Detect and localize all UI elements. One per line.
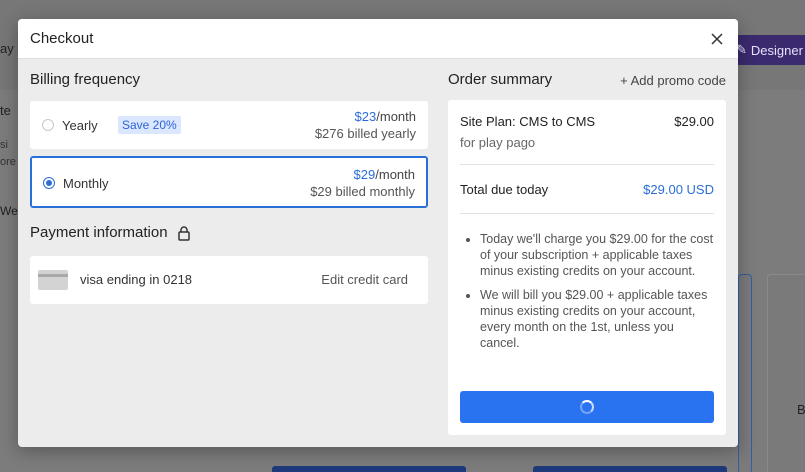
designer-label: Designer <box>750 42 803 58</box>
total-label: Total due today <box>460 181 549 197</box>
billing-frequency-title: Billing frequency <box>30 71 141 88</box>
background-card <box>767 274 805 472</box>
background-text: B <box>797 402 805 417</box>
lock-icon <box>177 225 190 241</box>
plan-price: $29/month <box>354 167 415 182</box>
plan-label: Yearly <box>62 118 98 133</box>
background-text: ore <box>0 156 16 168</box>
plan-monthly-option[interactable]: Monthly $29/month $29 billed monthly <box>30 156 428 208</box>
plan-billed: $29 billed monthly <box>310 184 415 199</box>
card-description: visa ending in 0218 <box>80 272 193 287</box>
background-button <box>272 466 466 472</box>
modal-header: Checkout <box>18 19 738 59</box>
payment-info-title: Payment information <box>30 224 168 241</box>
yearly-radio[interactable] <box>42 119 54 131</box>
order-summary-title: Order summary <box>448 71 553 88</box>
plan-price: $23/month <box>355 109 416 124</box>
total-amount: $29.00 USD <box>643 181 714 197</box>
price-period: /month <box>376 109 416 124</box>
saved-card-row: visa ending in 0218 Edit credit card <box>30 256 428 304</box>
background-text: ay <box>0 41 14 56</box>
plan-name: Site Plan: CMS to CMS <box>460 114 596 129</box>
price-period: /month <box>375 167 415 182</box>
background-text: te <box>0 103 11 118</box>
plan-label: Monthly <box>63 176 109 191</box>
total-line: Total due today $29.00 USD <box>460 165 714 213</box>
close-icon <box>711 32 723 45</box>
close-button[interactable] <box>708 30 726 48</box>
plan-price: $29.00 <box>674 114 714 129</box>
loading-spinner-icon <box>580 400 594 414</box>
billing-notes: Today we'll charge you $29.00 for the co… <box>460 231 714 351</box>
checkout-modal: Checkout Billing frequency Yearly Save 2… <box>18 19 738 447</box>
billing-note: Today we'll charge you $29.00 for the co… <box>480 231 714 279</box>
background-card <box>738 274 752 472</box>
plan-billed: $276 billed yearly <box>314 126 416 141</box>
monthly-radio[interactable] <box>43 177 55 189</box>
save-badge: Save 20% <box>118 116 181 134</box>
background-button <box>533 466 727 472</box>
summary-line-item: Site Plan: CMS to CMS $29.00 for play pa… <box>460 100 714 164</box>
order-summary-column: Order summary + Add promo code Site Plan… <box>448 71 726 435</box>
order-summary-header: Order summary + Add promo code <box>448 71 726 89</box>
modal-title: Checkout <box>30 30 94 47</box>
billing-note: We will bill you $29.00 + applicable tax… <box>480 287 714 351</box>
order-summary-box: Site Plan: CMS to CMS $29.00 for play pa… <box>448 100 726 435</box>
credit-card-icon <box>38 270 68 290</box>
payment-info-header: Payment information <box>30 224 428 242</box>
plan-site-name: for play pago <box>460 135 536 150</box>
designer-button[interactable]: ✎ Designer <box>728 35 805 65</box>
pay-button[interactable] <box>460 391 714 423</box>
edit-credit-card-link[interactable]: Edit credit card <box>321 272 408 287</box>
divider <box>460 213 714 214</box>
add-promo-code-link[interactable]: + Add promo code <box>620 73 726 88</box>
price-amount: $29 <box>353 167 376 182</box>
price-amount: $23 <box>354 109 377 124</box>
plan-yearly-option[interactable]: Yearly Save 20% $23/month $276 billed ye… <box>30 101 428 149</box>
billing-column: Billing frequency Yearly Save 20% $23/mo… <box>30 71 428 304</box>
background-text: si <box>0 139 8 151</box>
